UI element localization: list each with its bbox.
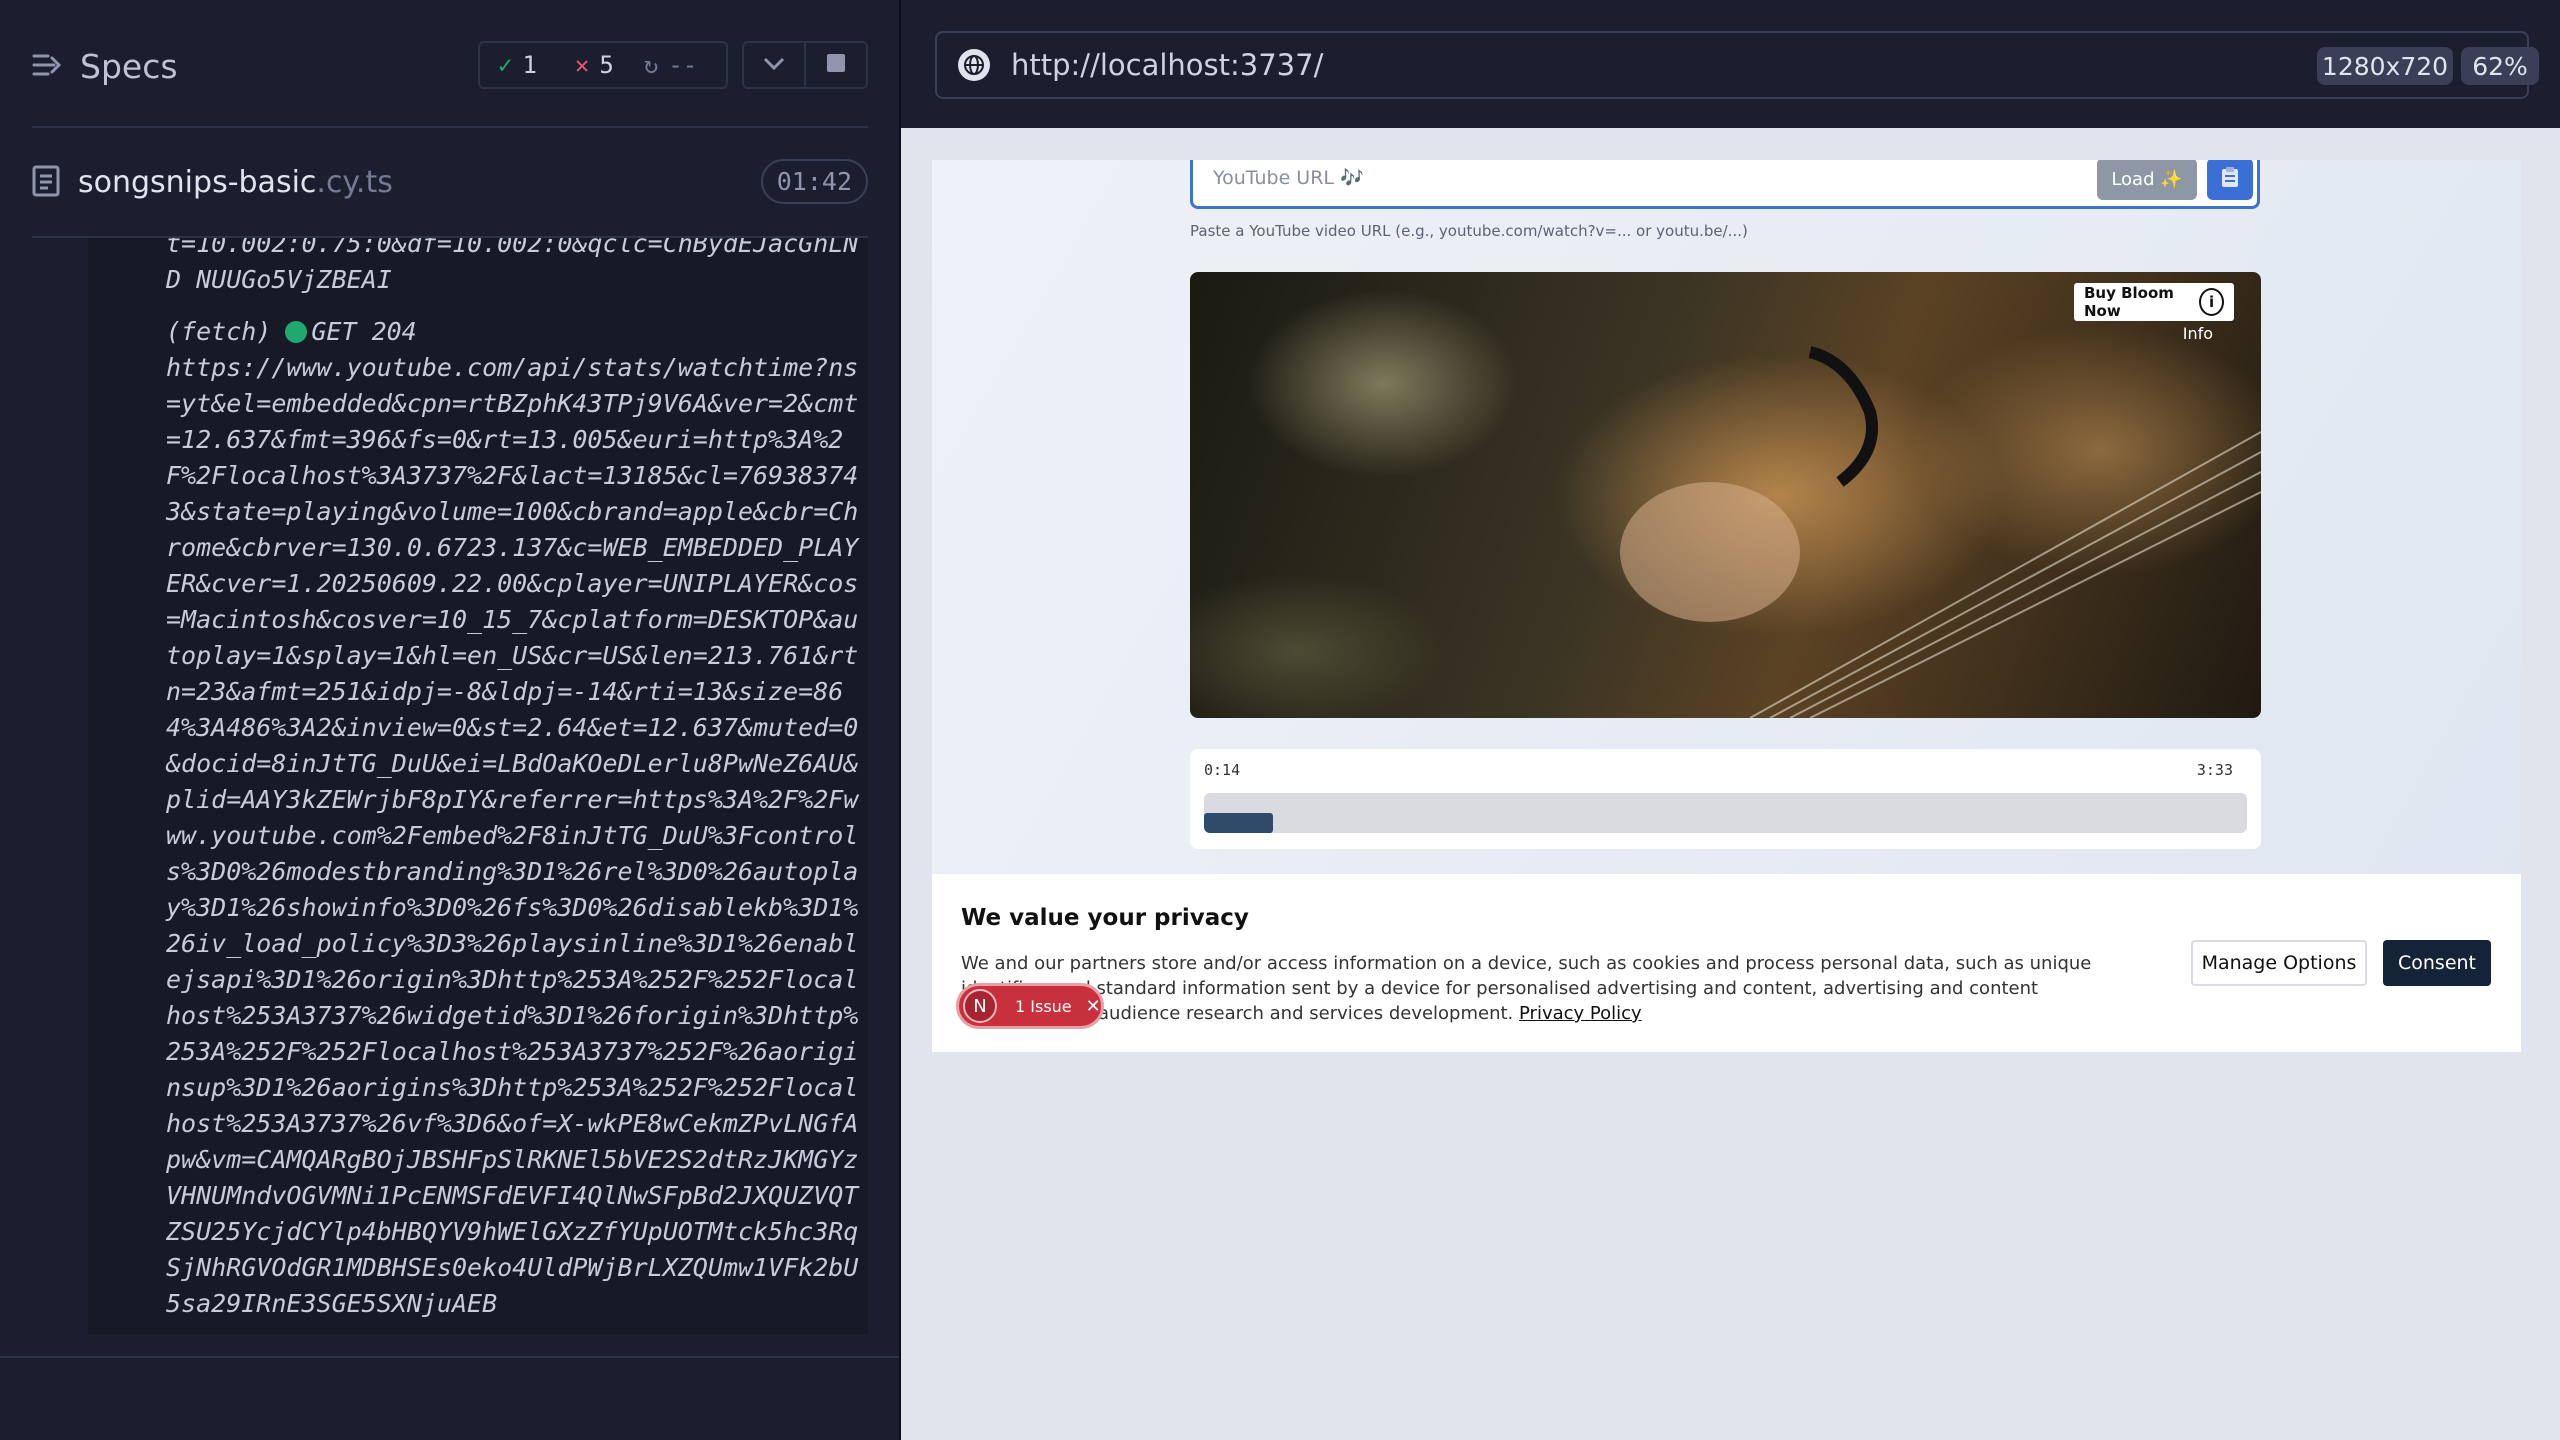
total-time: 3:33 xyxy=(2196,761,2233,779)
failed-count: 5 xyxy=(599,51,614,79)
video-player[interactable]: Buy Bloom Now i Info xyxy=(1190,272,2261,718)
stop-icon xyxy=(826,53,846,77)
consent-title: We value your privacy xyxy=(961,905,1249,931)
x-icon: ✕ xyxy=(574,51,590,79)
specs-header[interactable]: Specs xyxy=(32,40,178,92)
specs-title: Specs xyxy=(80,46,178,86)
reporter-panel: Specs ✓ 1 ✕ 5 ↻ -- songsnips-basic.cy.ts… xyxy=(0,0,901,1440)
ad-badge[interactable]: Buy Bloom Now i xyxy=(2074,283,2234,321)
specs-menu-icon[interactable] xyxy=(32,47,62,86)
timeline-card: 0:14 3:33 xyxy=(1190,749,2261,849)
zoom-badge[interactable]: 62% xyxy=(2461,47,2539,85)
close-icon[interactable]: ✕ xyxy=(1086,996,1101,1017)
log-entry[interactable]: (fetch) GET 204 https://www.youtube.com/a… xyxy=(166,314,866,1322)
consent-banner: We value your privacy We and our partner… xyxy=(932,874,2521,1052)
status-dot-icon xyxy=(285,321,308,343)
collapse-button[interactable] xyxy=(742,41,806,89)
manage-options-button[interactable]: Manage Options xyxy=(2191,940,2367,986)
url-helper-text: Paste a YouTube video URL (e.g., youtube… xyxy=(1190,222,1748,240)
spec-file-row[interactable]: songsnips-basic.cy.ts 01:42 xyxy=(32,155,868,210)
test-stats: ✓ 1 ✕ 5 ↻ -- xyxy=(478,41,728,89)
stop-button[interactable] xyxy=(804,41,868,89)
load-button[interactable]: Load ✨ xyxy=(2097,160,2197,200)
chevron-down-icon xyxy=(763,56,785,75)
pending-stat: ↻ -- xyxy=(644,51,697,79)
spec-file-name: songsnips-basic.cy.ts xyxy=(78,165,393,200)
timeline-progress xyxy=(1204,813,1273,833)
clipboard-icon xyxy=(2221,166,2239,193)
consent-button[interactable]: Consent xyxy=(2383,940,2491,986)
check-icon: ✓ xyxy=(498,51,513,79)
url-text: http://localhost:3737/ xyxy=(1011,48,1324,82)
passed-count: 1 xyxy=(522,51,537,79)
timeline-track[interactable] xyxy=(1204,793,2247,833)
youtube-url-placeholder: YouTube URL 🎶 xyxy=(1213,167,1364,189)
url-bar-area: http://localhost:3737/ 1280x720 62% xyxy=(901,0,2560,128)
privacy-policy-link[interactable]: Privacy Policy xyxy=(1519,1003,1642,1024)
log-entry-label: (fetch) xyxy=(166,317,272,346)
spinner-icon: ↻ xyxy=(643,51,659,79)
aut-panel: http://localhost:3737/ 1280x720 62% YouT… xyxy=(901,0,2560,1440)
command-log[interactable]: t=10.002:0.75:0&df=10.002:0&qclc=ChBydEJ… xyxy=(88,238,868,1334)
document-icon xyxy=(32,165,60,201)
issue-badge[interactable]: N 1 Issue ✕ xyxy=(956,983,1104,1029)
current-time: 0:14 xyxy=(1204,761,1241,779)
globe-icon xyxy=(957,48,991,82)
header-divider xyxy=(32,126,868,128)
log-prev-tail: t=10.002:0.75:0&df=10.002:0&qclc=ChBydEJ… xyxy=(166,238,859,294)
info-label: Info xyxy=(2182,324,2213,343)
url-bar[interactable]: http://localhost:3737/ 1280x720 62% xyxy=(935,31,2539,99)
next-logo-icon: N xyxy=(963,989,997,1023)
consent-body: We and our partners store and/or access … xyxy=(961,951,2131,1026)
viewport-size-badge[interactable]: 1280x720 xyxy=(2317,47,2453,85)
app-viewport: YouTube URL 🎶 Load ✨ Paste a YouTube vid… xyxy=(932,160,2521,1052)
log-entry-url: https://www.youtube.com/api/stats/watcht… xyxy=(166,353,859,1318)
youtube-url-input[interactable]: YouTube URL 🎶 Load ✨ xyxy=(1190,160,2260,209)
footer-divider xyxy=(0,1356,899,1358)
issue-label: 1 Issue xyxy=(1015,996,1072,1016)
log-entry-method: GET 204 xyxy=(311,317,417,346)
spec-duration: 01:42 xyxy=(760,159,868,204)
guitar-image xyxy=(1620,346,2261,718)
info-icon[interactable]: i xyxy=(2199,288,2224,316)
passed-stat: ✓ 1 xyxy=(498,51,537,79)
ad-label: Buy Bloom Now xyxy=(2084,284,2174,320)
pending-count: -- xyxy=(668,51,698,79)
paste-button[interactable] xyxy=(2207,160,2253,200)
failed-stat: ✕ 5 xyxy=(575,51,614,79)
